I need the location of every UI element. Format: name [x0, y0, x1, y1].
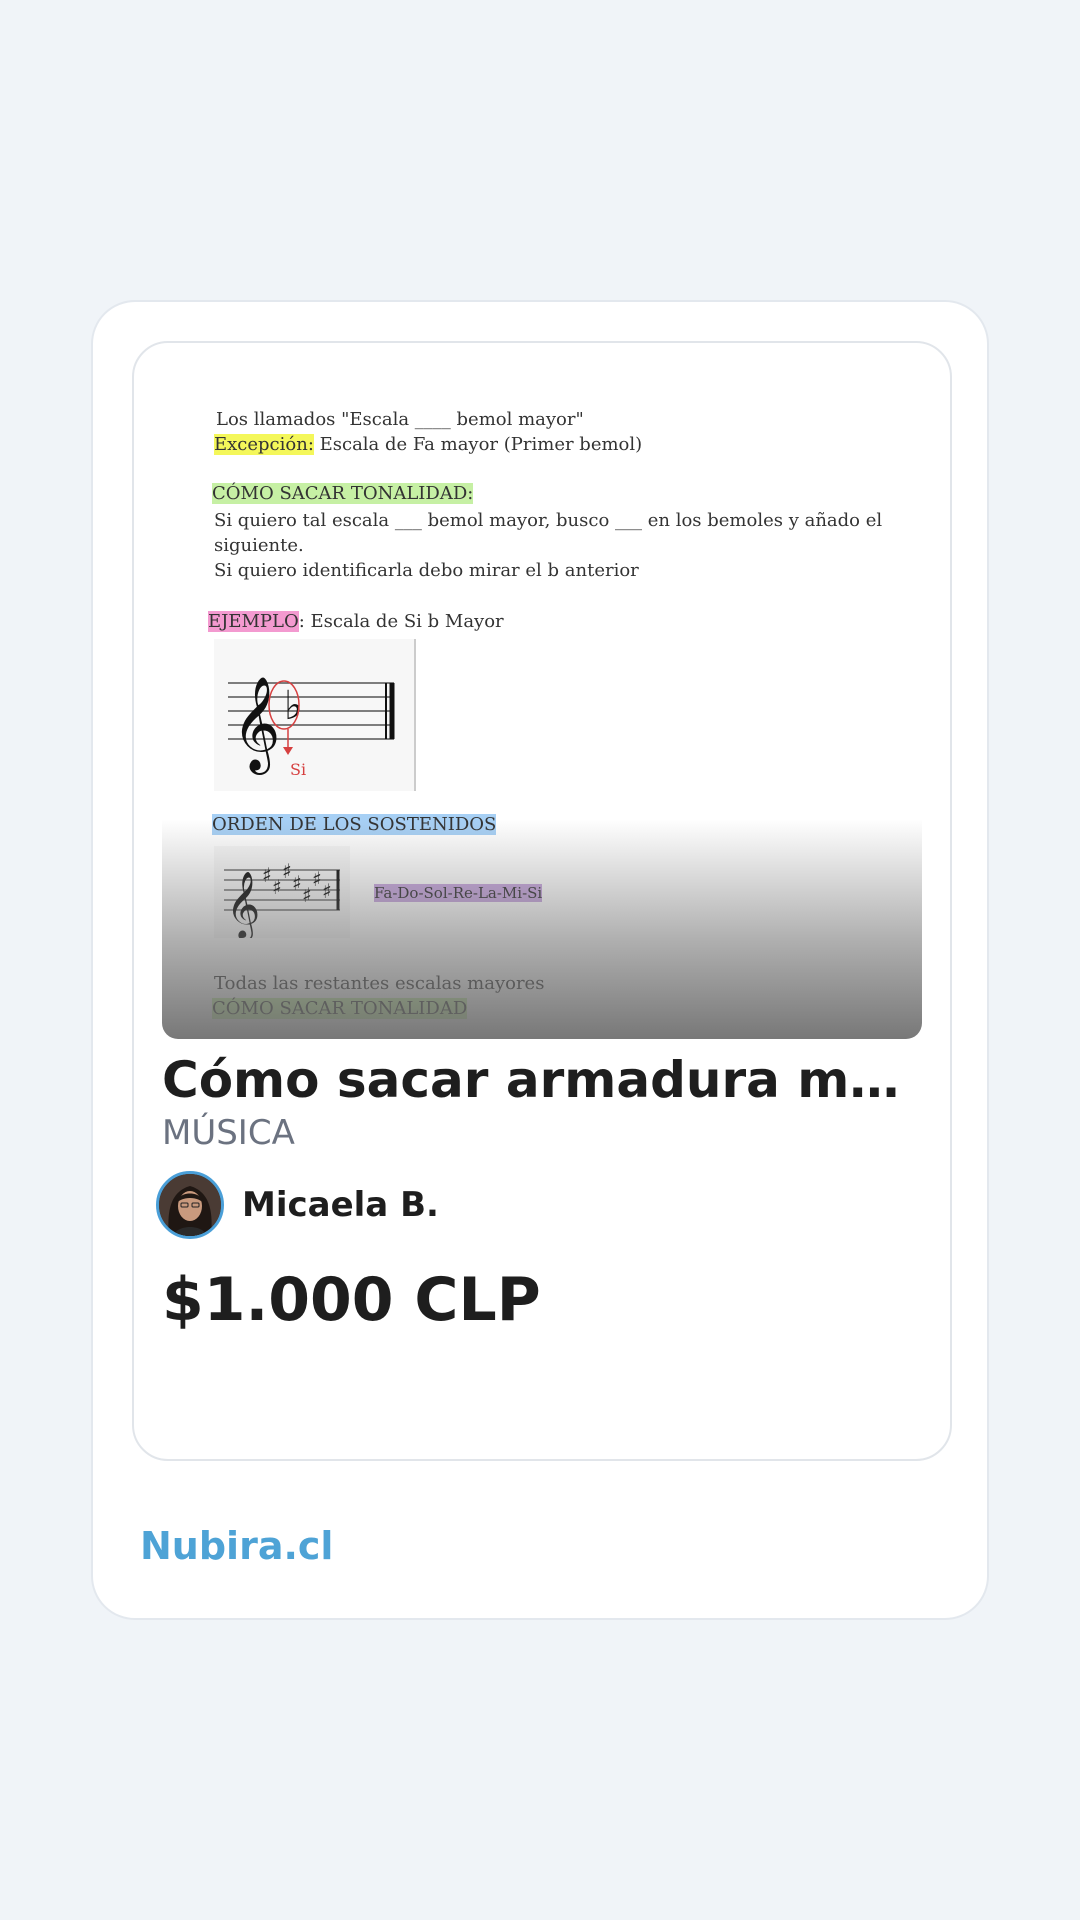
- doc-highlight-example: EJEMPLO: [208, 611, 299, 632]
- product-card-content[interactable]: Los llamados "Escala ____ bemol mayor" E…: [132, 341, 952, 1461]
- doc-highlight-exception: Excepción:: [214, 434, 314, 455]
- svg-text:♯: ♯: [282, 859, 292, 883]
- svg-text:♯: ♯: [272, 875, 282, 899]
- doc-line: EJEMPLO: Escala de Si b Mayor: [208, 611, 504, 632]
- doc-line: siguiente.: [214, 535, 304, 556]
- author-name[interactable]: Micaela B.: [242, 1185, 439, 1225]
- staff-note-label: Si: [290, 760, 306, 779]
- svg-text:♯: ♯: [262, 863, 272, 887]
- author-avatar[interactable]: [156, 1171, 224, 1239]
- doc-line: Si quiero identificarla debo mirar el b …: [214, 560, 639, 581]
- doc-line: CÓMO SACAR TONALIDAD:: [212, 483, 474, 504]
- svg-text:♯: ♯: [312, 867, 322, 891]
- doc-line: CÓMO SACAR TONALIDAD: [212, 998, 468, 1019]
- staff-flat-example: 𝄞 ♭ Si: [214, 639, 416, 791]
- staff-sharps-example: 𝄞 ♯ ♯ ♯ ♯ ♯ ♯ ♯: [214, 846, 350, 941]
- treble-clef-icon: 𝄞: [226, 870, 260, 938]
- product-card[interactable]: Los llamados "Escala ____ bemol mayor" E…: [91, 300, 989, 1620]
- doc-line: Todas las restantes escalas mayores: [214, 973, 545, 994]
- doc-line: Excepción: Escala de Fa mayor (Primer be…: [214, 434, 642, 455]
- treble-clef-icon: 𝄞: [232, 676, 280, 775]
- staff-flat-svg: 𝄞 ♭ Si: [228, 676, 395, 779]
- doc-highlight-how: CÓMO SACAR TONALIDAD: [212, 998, 468, 1019]
- doc-highlight-sharps: ORDEN DE LOS SOSTENIDOS: [212, 814, 497, 835]
- doc-text: : Escala de Si b Mayor: [298, 611, 504, 632]
- doc-highlight-how: CÓMO SACAR TONALIDAD:: [212, 483, 474, 504]
- doc-line: ORDEN DE LOS SOSTENIDOS: [212, 814, 497, 835]
- product-price: $1.000 CLP: [162, 1265, 541, 1335]
- doc-line: Los llamados "Escala ____ bemol mayor": [216, 409, 584, 430]
- user-avatar-photo-icon: [159, 1174, 221, 1236]
- svg-text:♯: ♯: [302, 883, 312, 907]
- doc-line: Fa-Do-Sol-Re-La-Mi-Si: [374, 884, 543, 902]
- doc-line: Si quiero tal escala ___ bemol mayor, bu…: [214, 510, 883, 531]
- document-preview-image[interactable]: Los llamados "Escala ____ bemol mayor" E…: [162, 371, 922, 1039]
- product-category: MÚSICA: [162, 1113, 295, 1153]
- svg-text:♯: ♯: [322, 879, 332, 903]
- staff-sharps-svg: 𝄞 ♯ ♯ ♯ ♯ ♯ ♯ ♯: [224, 859, 340, 941]
- author-row[interactable]: Micaela B.: [156, 1167, 439, 1243]
- brand-link[interactable]: Nubira.cl: [140, 1524, 333, 1568]
- doc-text: Escala de Fa mayor (Primer bemol): [313, 434, 643, 455]
- flat-sign-icon: ♭: [284, 683, 303, 729]
- doc-highlight-sharps-order: Fa-Do-Sol-Re-La-Mi-Si: [374, 884, 543, 902]
- product-title[interactable]: Cómo sacar armadura music...: [162, 1051, 932, 1109]
- svg-text:♯: ♯: [292, 871, 302, 895]
